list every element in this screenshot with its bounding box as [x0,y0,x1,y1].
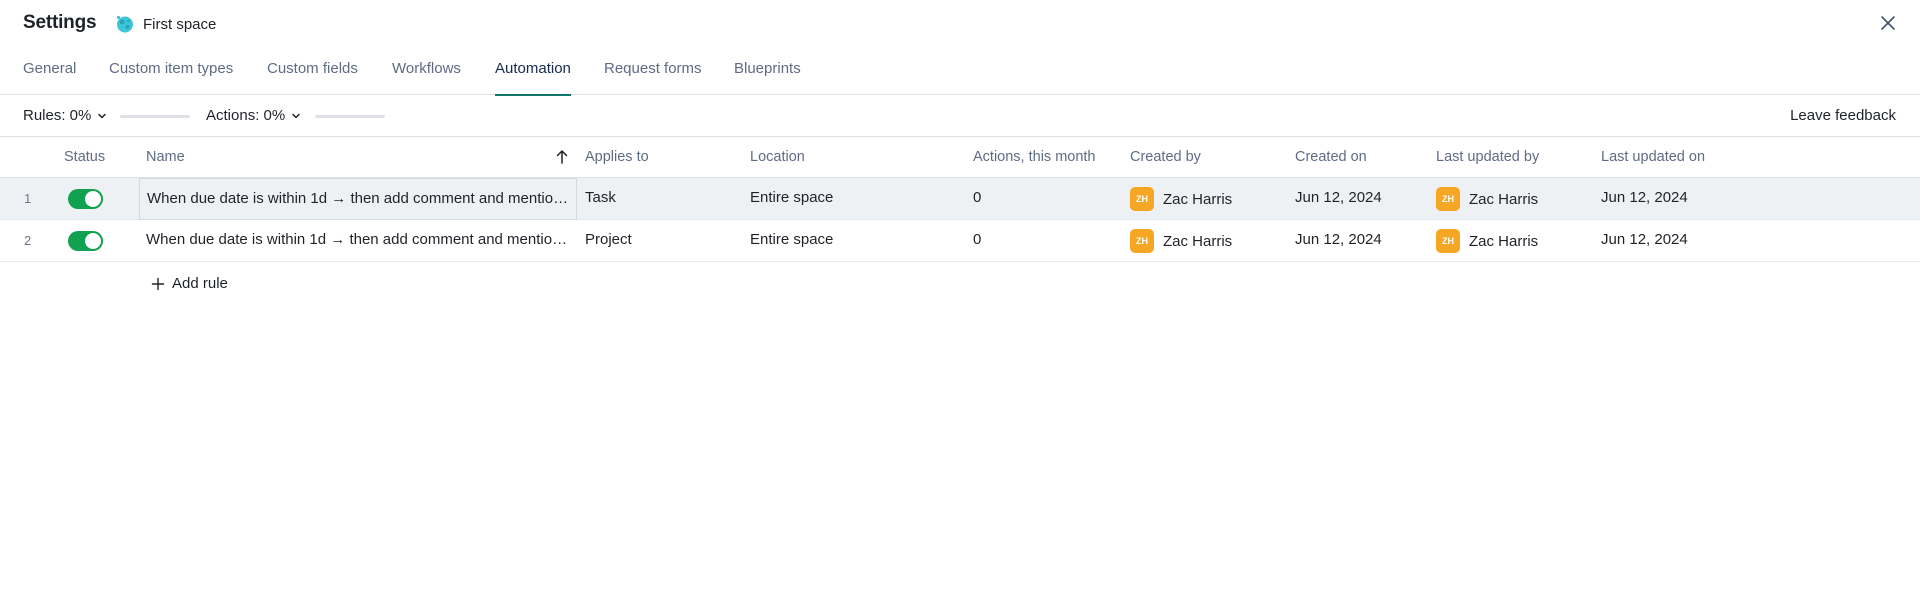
plus-icon [151,277,165,290]
column-actions-this-month[interactable]: Actions, this month [973,149,1096,165]
close-icon[interactable] [1878,13,1898,33]
chevron-down-icon [292,113,300,118]
column-applies-to[interactable]: Applies to [585,149,649,165]
created-by-name: Zac Harris [1163,232,1233,250]
leave-feedback-button[interactable]: Leave feedback [1790,107,1896,124]
created-by: ZH Zac Harris [1130,229,1232,253]
avatar: ZH [1436,229,1460,253]
table-row[interactable]: 1 When due date is within 1d → then add … [0,178,1920,220]
globe-icon [116,15,133,33]
column-location[interactable]: Location [750,149,805,165]
arrow-up-icon[interactable] [555,149,569,165]
tab-automation[interactable]: Automation [495,60,571,96]
column-created-on[interactable]: Created on [1295,149,1367,165]
usage-toolbar: Rules: 0% Actions: 0% Leave feedback [0,95,1920,137]
avatar: ZH [1130,229,1154,253]
column-created-by[interactable]: Created by [1130,149,1201,165]
space-name: First space [143,15,217,33]
rules-usage-dropdown[interactable]: Rules: 0% [23,107,107,124]
column-last-updated-by[interactable]: Last updated by [1436,149,1539,165]
tab-custom-fields[interactable]: Custom fields [267,60,358,95]
add-rule-button[interactable]: Add rule [151,275,228,292]
last-updated-by: ZH Zac Harris [1436,187,1538,211]
location: Entire space [750,189,834,206]
avatar: ZH [1436,187,1460,211]
last-updated-by-name: Zac Harris [1469,232,1539,250]
rules-progress-bar [120,115,190,118]
last-updated-by-name: Zac Harris [1469,190,1539,208]
settings-tabs: General Custom item types Custom fields … [0,48,1920,96]
rule-name: When due date is within 1d → then add co… [146,231,572,248]
actions-usage-label: Actions: 0% [206,107,286,124]
last-updated-on: Jun 12, 2024 [1601,189,1688,206]
created-on: Jun 12, 2024 [1295,231,1382,248]
last-updated-on: Jun 12, 2024 [1601,231,1688,248]
rule-name-cell[interactable]: When due date is within 1d → then add co… [139,220,577,262]
tab-general[interactable]: General [23,60,76,95]
created-by: ZH Zac Harris [1130,187,1232,211]
tab-request-forms[interactable]: Request forms [604,60,702,95]
applies-to: Project [585,231,632,248]
table-header: Status Name Applies to Location Actions,… [0,137,1920,178]
applies-to: Task [585,189,616,206]
column-name[interactable]: Name [146,149,185,165]
column-last-updated-on[interactable]: Last updated on [1601,149,1705,165]
tab-workflows[interactable]: Workflows [392,60,461,95]
rule-name-cell[interactable]: When due date is within 1d → then add co… [139,178,577,220]
created-by-name: Zac Harris [1163,190,1233,208]
tab-blueprints[interactable]: Blueprints [734,60,801,95]
row-index: 2 [24,233,32,248]
location: Entire space [750,231,834,248]
page-title: Settings [23,12,97,33]
status-toggle[interactable] [68,189,103,209]
chevron-down-icon [98,113,107,118]
last-updated-by: ZH Zac Harris [1436,229,1538,253]
created-on: Jun 12, 2024 [1295,189,1382,206]
space-selector[interactable]: First space [115,13,216,35]
table-row[interactable]: 2 When due date is within 1d → then add … [0,220,1920,262]
actions-count: 0 [973,189,982,206]
status-toggle[interactable] [68,231,103,251]
actions-progress-bar [315,115,385,118]
column-status[interactable]: Status [64,149,105,165]
actions-count: 0 [973,231,982,248]
rules-usage-label: Rules: 0% [23,107,92,124]
actions-usage-dropdown[interactable]: Actions: 0% [206,107,301,124]
avatar: ZH [1130,187,1154,211]
settings-header: Settings First space [0,0,1920,48]
add-rule-label: Add rule [172,275,228,292]
rule-name: When due date is within 1d → then add co… [147,190,573,207]
tab-custom-item-types[interactable]: Custom item types [109,60,233,95]
row-index: 1 [24,191,32,206]
